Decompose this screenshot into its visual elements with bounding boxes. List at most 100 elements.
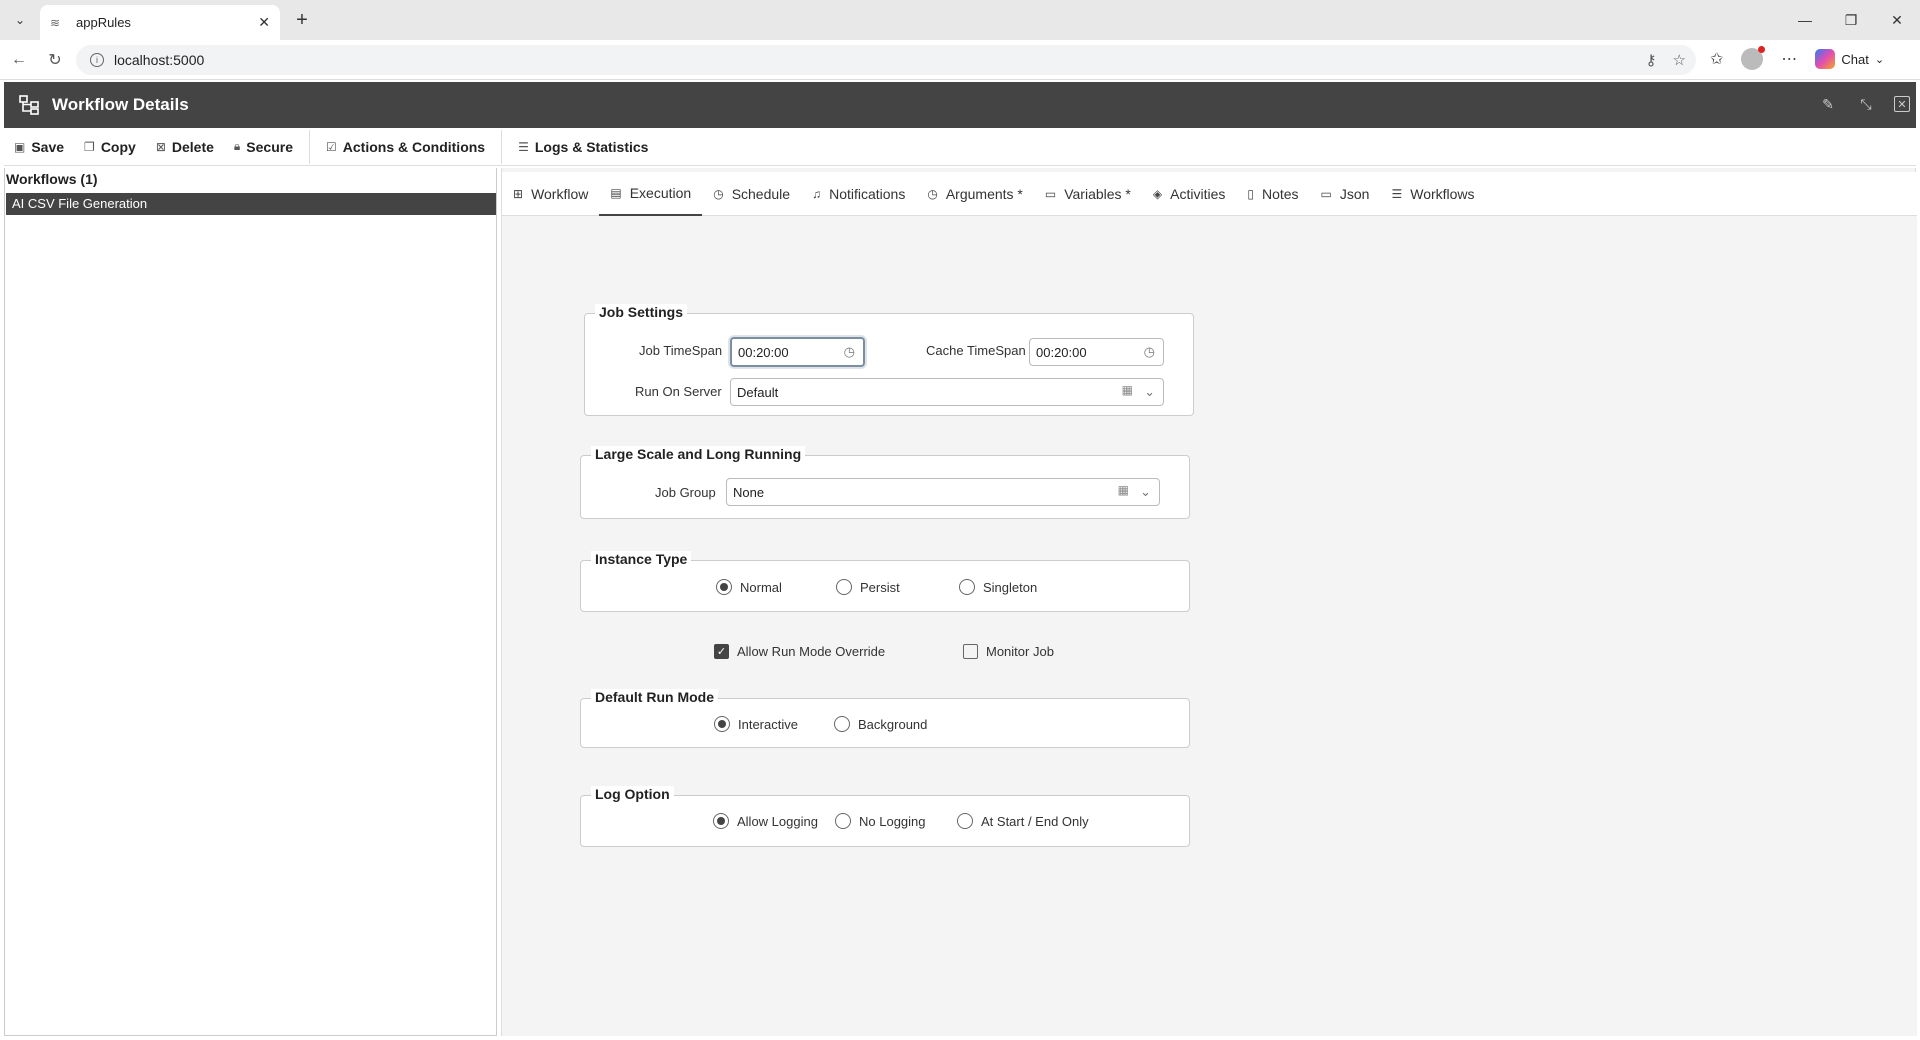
radio-dot[interactable] [714,716,730,732]
job-group-select[interactable]: None ▦ ⌄ [726,478,1160,506]
radio-label: No Logging [859,813,926,829]
favorite-star-icon[interactable]: ☆ [1673,51,1686,69]
list-icon: ☰ [1391,187,1403,201]
minimize-icon[interactable]: — [1782,0,1828,40]
copy-icon: ❐ [84,139,95,154]
monitor-job-checkbox[interactable]: Monitor Job [963,644,1054,659]
close-panel-icon[interactable]: ✕ [1894,96,1910,112]
run-mode-interactive-radio[interactable]: Interactive [714,716,798,732]
cache-timespan-input[interactable]: 00:20:00 ◷ [1029,338,1164,366]
tab-execution[interactable]: ▤ Execution [599,172,703,216]
site-info-icon[interactable]: i [90,53,104,67]
instance-singleton-radio[interactable]: Singleton [959,579,1037,595]
actions-conditions-button[interactable]: ☑ Actions & Conditions [316,132,495,162]
instance-normal-radio[interactable]: Normal [716,579,782,595]
grid-icon[interactable]: ▦ [1118,483,1129,497]
tab-list-chevron-icon[interactable]: ⌄ [8,8,32,32]
profile-avatar[interactable] [1741,46,1766,70]
tab-arguments[interactable]: ◷ Arguments * [916,172,1034,216]
chevron-down-icon: ⌄ [1874,53,1885,66]
app-header: Workflow Details ✎ ⤡ ✕ [4,82,1916,128]
tab-notes[interactable]: ▯ Notes [1236,172,1309,216]
copy-button[interactable]: ❐ Copy [74,132,146,162]
delete-button[interactable]: ⊠ Delete [146,132,224,162]
collapse-icon[interactable]: ⤡ [1856,94,1876,114]
clock-icon[interactable]: ◷ [844,344,855,360]
restore-icon[interactable]: ❐ [1828,0,1874,40]
job-settings-group: Job Settings Job TimeSpan 00:20:00 ◷ Cac… [584,304,1194,416]
favorites-icon[interactable]: ✩ [1710,49,1723,69]
toolbar-divider [309,129,310,164]
pin-icon[interactable]: ✎ [1818,94,1838,114]
browser-tabstrip: ⌄ ≋ appRules ✕ + — ❐ ✕ [0,0,1920,40]
tab-label: Workflow [531,186,589,202]
clock-icon[interactable]: ◷ [1144,344,1155,360]
tab-activities[interactable]: ◈ Activities [1142,172,1236,216]
save-label: Save [31,138,65,155]
job-timespan-input[interactable]: 00:20:00 ◷ [730,337,865,367]
copilot-chat-button[interactable]: Chat ⌄ [1815,49,1884,69]
job-timespan-label: Job TimeSpan [639,343,723,358]
save-button[interactable]: ▣ Save [4,132,74,162]
list-item[interactable]: AI CSV File Generation [6,193,496,215]
tab-workflow[interactable]: ⊞ Workflow [502,172,599,216]
browser-tools: ✩ ⋯ Chat ⌄ [1710,46,1884,70]
copilot-icon [1815,49,1836,69]
instance-type-group: Instance Type Normal Persist Singleton [580,551,1190,612]
chevron-down-icon[interactable]: ⌄ [1144,384,1155,400]
copy-label: Copy [100,138,136,155]
tab-variables[interactable]: ▭ Variables * [1034,172,1142,216]
json-icon: ▭ [1320,187,1332,201]
radio-dot[interactable] [716,579,732,595]
tab-notifications[interactable]: ♫ Notifications [801,172,916,216]
run-on-server-select[interactable]: Default ▦ ⌄ [730,378,1164,406]
tab-schedule[interactable]: ◷ Schedule [702,172,801,216]
instance-persist-radio[interactable]: Persist [836,579,900,595]
key-icon[interactable]: ⚷ [1646,51,1657,69]
checkbox-checked-icon[interactable]: ✓ [714,644,729,659]
default-run-mode-group: Default Run Mode Interactive Background [580,689,1190,748]
run-mode-background-radio[interactable]: Background [834,716,927,732]
radio-dot[interactable] [713,813,729,829]
log-start-end-radio[interactable]: At Start / End Only [957,813,1089,829]
address-bar: ← ↻ i localhost:5000 ⚷ ☆ ✩ ⋯ Chat ⌄ [0,40,1920,80]
close-tab-icon[interactable]: ✕ [258,14,270,31]
reload-icon[interactable]: ↻ [44,49,66,71]
document-icon: ▯ [1247,187,1254,201]
url-input[interactable]: i localhost:5000 ⚷ ☆ [76,45,1696,75]
run-mode-legend: Default Run Mode [591,689,718,705]
new-tab-plus-icon[interactable]: + [290,8,314,32]
secure-button[interactable]: 🔒︎ Secure [224,132,303,162]
log-allow-logging-radio[interactable]: Allow Logging [713,813,818,829]
more-menu-icon[interactable]: ⋯ [1781,49,1797,69]
checkbox-icon[interactable] [963,644,978,659]
tab-label: Schedule [731,186,791,202]
close-window-icon[interactable]: ✕ [1874,0,1920,40]
radio-dot[interactable] [835,813,851,829]
checkbox-label: Allow Run Mode Override [737,644,886,659]
delete-icon: ⊠ [155,139,166,154]
layers-icon: ◈ [1152,187,1163,201]
bell-icon: ♫ [812,187,822,201]
browser-tab[interactable]: ≋ appRules ✕ [40,5,280,40]
log-no-logging-radio[interactable]: No Logging [835,813,926,829]
back-arrow-icon[interactable]: ← [8,49,30,71]
clock-icon: ◷ [713,187,724,201]
tab-workflows[interactable]: ☰ Workflows [1380,172,1485,216]
toolbar: ▣ Save ❐ Copy ⊠ Delete 🔒︎ Secure ☑ Actions & … [4,128,1916,166]
chevron-down-icon[interactable]: ⌄ [1140,484,1151,500]
radio-dot[interactable] [834,716,850,732]
grid-icon[interactable]: ▦ [1122,383,1133,397]
radio-dot[interactable] [959,579,975,595]
url-text: localhost:5000 [114,52,205,68]
delete-label: Delete [171,138,214,155]
allow-run-mode-override-checkbox[interactable]: ✓ Allow Run Mode Override [714,644,885,659]
workflow-list-panel: Workflows (1) AI CSV File Generation [4,168,497,1036]
checklist-icon: ☑ [326,139,337,154]
logs-statistics-button[interactable]: ☰ Logs & Statistics [508,132,658,162]
radio-dot[interactable] [957,813,973,829]
radio-dot[interactable] [836,579,852,595]
list-icon: ☰ [518,139,529,154]
job-group-value: None [733,484,765,500]
tab-json[interactable]: ▭ Json [1310,172,1381,216]
